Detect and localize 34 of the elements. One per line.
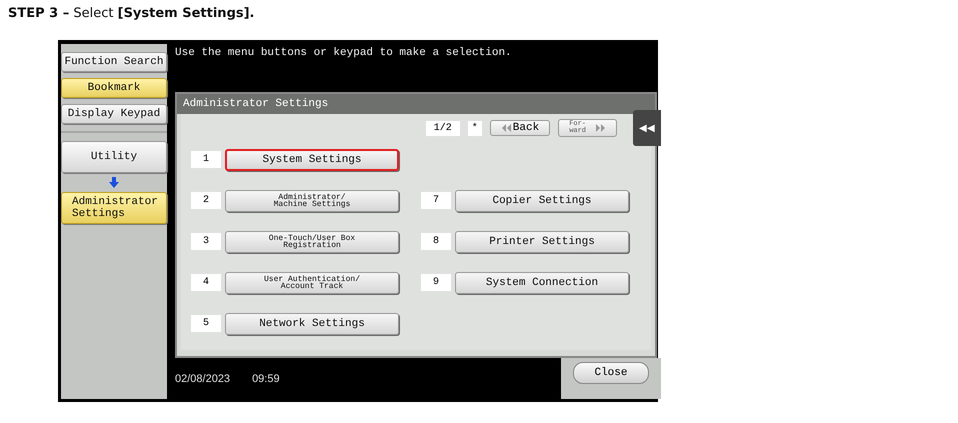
sidebar-button[interactable]: Utility [61, 141, 167, 173]
item-number: 1 [191, 151, 221, 168]
page-indicator: 1/2 [426, 120, 460, 136]
close-button[interactable]: Close [573, 362, 648, 384]
back-arrows-icon [500, 124, 511, 132]
sidebar-button[interactable]: Display Keypad [61, 104, 167, 124]
item-number: 8 [421, 233, 451, 250]
menu-button[interactable]: System Connection [455, 272, 629, 294]
menu-button[interactable]: Printer Settings [455, 230, 629, 252]
item-number: 4 [191, 274, 221, 291]
menu-button[interactable]: User Authentication/ Account Track [225, 272, 399, 294]
menu-button[interactable]: System Settings [225, 148, 399, 170]
down-arrow-icon [109, 177, 119, 188]
sidebar-button[interactable]: Bookmark [61, 78, 167, 98]
instruction-message: Use the menu buttons or keypad to make a selection. [174, 46, 513, 61]
window-title: Administrator Settings [177, 94, 655, 114]
star-key: * [468, 120, 482, 136]
step-heading: STEP 3 – Select [System Settings]. [7, 5, 256, 23]
item-number: 9 [421, 274, 451, 291]
back-button[interactable]: Back [490, 120, 550, 136]
menu-button[interactable]: Administrator/ Machine Settings [225, 190, 399, 212]
item-number: 2 [191, 192, 221, 209]
menu-button[interactable]: One-Touch/User Box Registration [225, 230, 399, 252]
collapse-button[interactable]: ◀◀ [633, 110, 661, 146]
sidebar-button[interactable]: Function Search [61, 52, 167, 72]
item-number: 5 [191, 315, 221, 332]
item-number: 7 [421, 192, 451, 209]
forward-arrows-icon [596, 124, 606, 132]
time-text: 09:59 [252, 372, 280, 384]
sidebar-button[interactable]: Administrator Settings [61, 192, 167, 224]
item-number: 3 [191, 233, 221, 250]
date-text: 02/08/2023 [175, 372, 230, 384]
menu-button[interactable]: Copier Settings [455, 190, 629, 212]
menu-button[interactable]: Network Settings [225, 312, 399, 334]
